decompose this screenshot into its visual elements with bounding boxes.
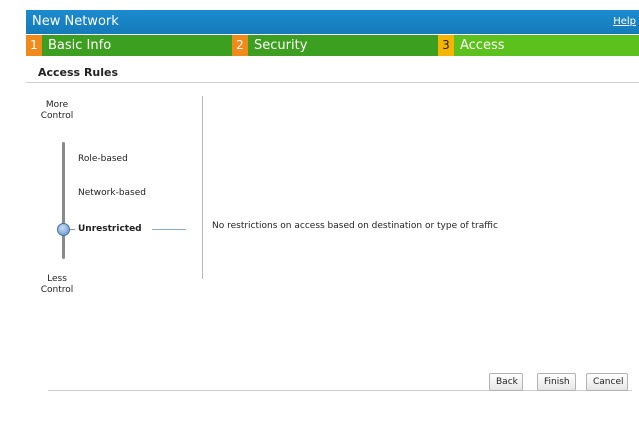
selection-connector-line (152, 229, 186, 230)
cancel-button[interactable]: Cancel (586, 373, 628, 391)
step-security[interactable]: 2 Security (232, 35, 438, 56)
access-slider-handle[interactable] (57, 223, 70, 236)
step-label: Security (254, 38, 308, 53)
vertical-divider (202, 96, 203, 279)
wizard-steps: 1 Basic Info 2 Security 3 Access (26, 35, 639, 56)
finish-button[interactable]: Finish (537, 373, 576, 391)
option-unrestricted[interactable]: Unrestricted (78, 224, 142, 234)
step-label: Basic Info (48, 38, 112, 53)
more-control-text: More Control (40, 100, 74, 121)
dialog-title: New Network (32, 14, 119, 29)
section-divider (26, 82, 639, 83)
step-number: 2 (232, 35, 248, 56)
option-network-based[interactable]: Network-based (78, 188, 146, 198)
step-basic-info[interactable]: 1 Basic Info (26, 35, 232, 56)
new-network-dialog: New Network Help 1 Basic Info 2 Security… (26, 10, 639, 427)
less-control-text: Less Control (40, 274, 74, 295)
help-link[interactable]: Help (613, 16, 636, 27)
access-slider-track[interactable] (62, 142, 65, 259)
step-label: Access (460, 38, 505, 53)
more-control-label: More Control (36, 100, 78, 122)
slider-tick (70, 229, 75, 230)
step-access[interactable]: 3 Access (438, 35, 639, 56)
option-role-based[interactable]: Role-based (78, 154, 128, 164)
access-description: No restrictions on access based on desti… (212, 221, 498, 231)
step-number: 3 (438, 35, 454, 56)
back-button[interactable]: Back (489, 373, 523, 391)
less-control-label: Less Control (36, 274, 78, 296)
title-bar: New Network Help (26, 10, 639, 34)
step-number: 1 (26, 35, 42, 56)
section-title: Access Rules (38, 66, 119, 79)
